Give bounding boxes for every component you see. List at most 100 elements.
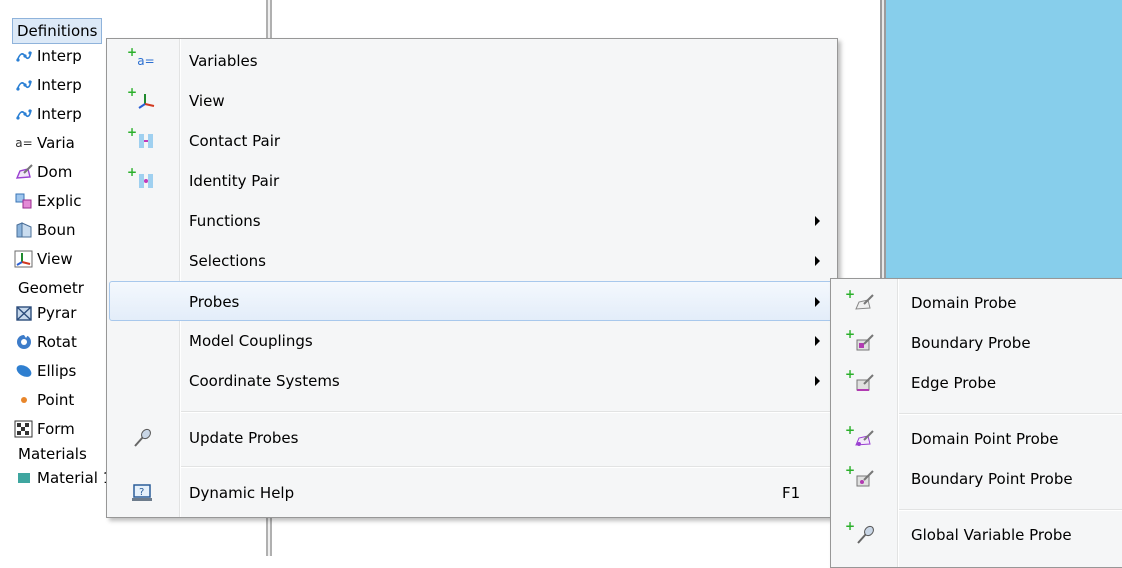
- tree-node-materials[interactable]: Materials: [18, 442, 87, 466]
- submenu-arrow-icon: [815, 256, 820, 266]
- material-icon: [14, 469, 34, 487]
- rotate-icon: [14, 333, 34, 351]
- tree-item-interpolation-1[interactable]: Interp: [14, 44, 82, 68]
- submenu-arrow-icon: [815, 376, 820, 386]
- tree-item-material-1[interactable]: Material 1: [14, 466, 112, 490]
- submenu-item-boundary-probe[interactable]: + Boundary Probe: [833, 323, 1122, 363]
- menu-item-label: Edge Probe: [911, 374, 997, 392]
- probes-submenu: + Domain Probe + Boundary Probe + Edge P…: [830, 278, 1122, 568]
- menu-item-label: Variables: [189, 52, 258, 70]
- menu-item-label: Domain Probe: [911, 294, 1017, 312]
- view-add-icon: +: [125, 85, 159, 115]
- tree-item-form-union[interactable]: Form: [14, 417, 75, 441]
- point-icon: [14, 391, 34, 409]
- graphics-window[interactable]: [886, 0, 1122, 278]
- tree-item-label: Boun: [37, 221, 76, 239]
- menu-separator: [899, 509, 1122, 511]
- menu-item-label: Functions: [189, 212, 261, 230]
- menu-item-identity-pair[interactable]: + Identity Pair: [109, 161, 835, 201]
- menu-item-label: Contact Pair: [189, 132, 281, 150]
- tree-item-domain-probe[interactable]: Dom: [14, 160, 72, 184]
- tree-item-label: Explic: [37, 192, 82, 210]
- domain-probe-icon: [14, 163, 34, 181]
- submenu-arrow-icon: [815, 216, 820, 226]
- menu-item-coordinate-systems[interactable]: Coordinate Systems: [109, 361, 835, 401]
- tree-item-label: View: [37, 250, 73, 268]
- tree-item-ellipse[interactable]: Ellips: [14, 359, 76, 383]
- menu-item-label: Selections: [189, 252, 266, 270]
- interpolation-icon: [14, 105, 34, 123]
- menu-item-label: Boundary Probe: [911, 334, 1031, 352]
- boundary-probe-add-icon: +: [843, 327, 877, 357]
- submenu-arrow-icon: [815, 336, 820, 346]
- boundary-icon: [14, 221, 34, 239]
- tree-item-point[interactable]: Point: [14, 388, 74, 412]
- interpolation-icon: [14, 47, 34, 65]
- menu-item-label: Dynamic Help: [189, 484, 295, 502]
- pyramid-icon: [14, 304, 34, 322]
- form-union-icon: [14, 420, 34, 438]
- tree-item-variables[interactable]: a= Varia: [14, 131, 75, 155]
- menu-item-label: Probes: [189, 293, 240, 311]
- tree-item-pyramid[interactable]: Pyrar: [14, 301, 76, 325]
- submenu-item-global-variable-probe[interactable]: + Global Variable Probe: [833, 515, 1122, 555]
- view-icon: [14, 250, 34, 268]
- submenu-item-domain-point-probe[interactable]: + Domain Point Probe: [833, 419, 1122, 459]
- menu-item-model-couplings[interactable]: Model Couplings: [109, 321, 835, 361]
- menu-item-label: Update Probes: [189, 429, 299, 447]
- tree-item-label: Dom: [37, 163, 73, 181]
- tree-node-definitions[interactable]: Definitions: [12, 18, 103, 44]
- tree-item-label: Material 1: [37, 469, 113, 487]
- tree-item-label: Rotat: [37, 333, 77, 351]
- submenu-arrow-icon: [815, 297, 820, 307]
- tree-item-interpolation-2[interactable]: Interp: [14, 73, 82, 97]
- menu-separator: [899, 413, 1122, 415]
- domain-point-probe-add-icon: +: [843, 423, 877, 453]
- tree-item-rotate[interactable]: Rotat: [14, 330, 77, 354]
- menu-item-label: Boundary Point Probe: [911, 470, 1073, 488]
- menu-item-update-probes[interactable]: Update Probes: [109, 418, 835, 458]
- update-probes-icon: [125, 424, 159, 452]
- global-variable-probe-add-icon: +: [843, 519, 877, 549]
- explicit-selection-icon: [14, 192, 34, 210]
- variables-add-icon: + a=: [127, 45, 155, 68]
- tree-item-label: Pyrar: [37, 304, 77, 322]
- shortcut-label: F1: [782, 484, 801, 502]
- ellipse-icon: [14, 362, 34, 380]
- menu-item-label: Global Variable Probe: [911, 526, 1072, 544]
- boundary-point-probe-add-icon: +: [843, 463, 877, 493]
- submenu-item-domain-probe[interactable]: + Domain Probe: [833, 283, 1122, 323]
- menu-separator: [181, 466, 835, 468]
- menu-item-label: Domain Point Probe: [911, 430, 1059, 448]
- context-menu: + a= Variables + View + Contact Pair + Id…: [106, 38, 838, 518]
- variables-icon: a=: [15, 136, 33, 150]
- contact-pair-add-icon: +: [125, 125, 159, 155]
- tree-item-boundary[interactable]: Boun: [14, 218, 75, 242]
- svg-text:?: ?: [139, 487, 144, 498]
- tree-item-explicit[interactable]: Explic: [14, 189, 81, 213]
- tree-item-label: Ellips: [37, 362, 77, 380]
- menu-item-selections[interactable]: Selections: [109, 241, 835, 281]
- menu-item-label: Coordinate Systems: [189, 372, 340, 390]
- submenu-item-edge-probe[interactable]: + Edge Probe: [833, 363, 1122, 403]
- submenu-item-boundary-point-probe[interactable]: + Boundary Point Probe: [833, 459, 1122, 499]
- menu-item-probes[interactable]: Probes: [109, 281, 835, 321]
- tree-item-interpolation-3[interactable]: Interp: [14, 102, 82, 126]
- menu-separator: [181, 411, 835, 413]
- menu-item-label: Identity Pair: [189, 172, 280, 190]
- help-icon: ?: [125, 479, 159, 507]
- tree-item-label: Interp: [37, 76, 82, 94]
- menu-item-dynamic-help[interactable]: ? Dynamic Help F1: [109, 473, 835, 513]
- tree-node-geometry[interactable]: Geometr: [18, 276, 84, 300]
- menu-item-variables[interactable]: + a= Variables: [109, 41, 835, 81]
- menu-item-functions[interactable]: Functions: [109, 201, 835, 241]
- menu-item-view[interactable]: + View: [109, 81, 835, 121]
- edge-probe-add-icon: +: [843, 367, 877, 397]
- menu-item-label: Model Couplings: [189, 332, 313, 350]
- menu-item-contact-pair[interactable]: + Contact Pair: [109, 121, 835, 161]
- tree-item-label: Point: [37, 391, 75, 409]
- tree-item-label: Form: [37, 420, 75, 438]
- interpolation-icon: [14, 76, 34, 94]
- tree-item-view[interactable]: View: [14, 247, 73, 271]
- tree-item-label: Interp: [37, 105, 82, 123]
